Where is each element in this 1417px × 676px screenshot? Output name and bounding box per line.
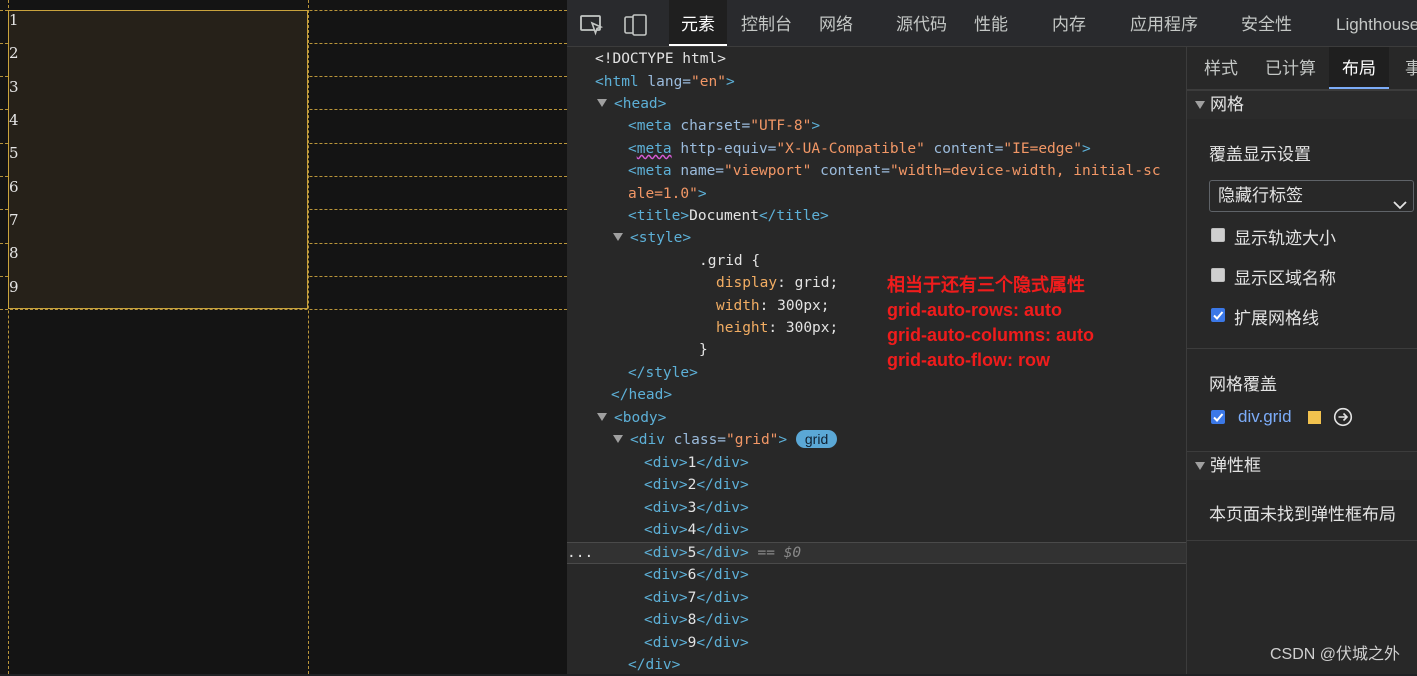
tab-layout[interactable]: 布局 [1329, 47, 1389, 89]
tree-line-head[interactable]: <head> [597, 93, 666, 115]
tree-line-child-div[interactable]: <div>4</div> [644, 519, 749, 541]
tree-line-html[interactable]: <html lang="en"> [595, 71, 735, 93]
tab-styles[interactable]: 样式 [1204, 47, 1238, 89]
tab-sources[interactable]: 源代码 [896, 0, 947, 46]
tree-line-meta-charset[interactable]: <meta charset="UTF-8"> [628, 115, 820, 137]
collapse-triangle-icon[interactable] [597, 413, 607, 421]
grid-badge[interactable]: grid [795, 430, 838, 448]
devtools-panel: 元素 控制台 网络 源代码 性能 内存 应用程序 安全性 Lighthouse … [567, 0, 1417, 674]
tree-line-style[interactable]: <style> [613, 227, 691, 249]
grid-line-h [0, 309, 567, 310]
tab-security[interactable]: 安全性 [1241, 0, 1292, 46]
devtools-toolbar: 元素 控制台 网络 源代码 性能 内存 应用程序 安全性 Lighthouse [567, 0, 1417, 47]
tree-line-body[interactable]: <body> [597, 407, 666, 429]
tab-network[interactable]: 网络 [819, 0, 853, 46]
tree-line-div-close[interactable]: </div> [628, 654, 680, 676]
inspect-element-icon[interactable] [580, 14, 604, 36]
css-rule-width: width: 300px; [716, 298, 830, 314]
grid-cell-4: 4 [9, 111, 19, 129]
no-flexbox-message: 本页面未找到弹性框布局 [1209, 505, 1396, 524]
show-track-sizes-label: 显示轨迹大小 [1234, 229, 1336, 248]
page-viewport: 1 2 3 4 5 6 7 8 9 [0, 0, 567, 674]
row-label-select[interactable]: 隐藏行标签 [1209, 180, 1414, 212]
grid-cell-5: 5 [9, 144, 19, 162]
tab-computed[interactable]: 已计算 [1265, 47, 1316, 89]
grid-cell-6: 6 [9, 178, 19, 196]
device-toolbar-icon[interactable] [624, 14, 647, 36]
grid-cell-9: 9 [9, 278, 19, 296]
css-selector: .grid { [699, 253, 761, 269]
checkmark-icon [1213, 311, 1224, 320]
grid-color-swatch[interactable] [1308, 411, 1321, 424]
grid-line-v [308, 0, 309, 674]
tree-line-meta-viewport[interactable]: <meta name="viewport" content="width=dev… [628, 160, 1161, 182]
collapse-triangle-icon[interactable] [597, 99, 607, 107]
tree-line-doctype[interactable]: <!DOCTYPE html> [595, 48, 726, 70]
checkmark-icon [1213, 413, 1224, 422]
tree-line-child-div[interactable]: <div>8</div> [644, 609, 749, 631]
tree-line-child-div[interactable]: <div>1</div> [644, 452, 749, 474]
gutter-more-icon[interactable]: ... [567, 542, 593, 564]
tree-line-child-div[interactable]: <div>9</div> [644, 632, 749, 654]
tab-application[interactable]: 应用程序 [1130, 0, 1198, 46]
collapse-triangle-icon[interactable] [613, 233, 623, 241]
reveal-element-icon[interactable] [1333, 407, 1353, 432]
chevron-down-icon [1393, 190, 1407, 220]
show-area-names-label: 显示区域名称 [1234, 269, 1336, 288]
grid-cell-2: 2 [9, 44, 19, 62]
tab-performance[interactable]: 性能 [974, 0, 1008, 46]
section-divider [1187, 540, 1417, 541]
tab-event-listeners[interactable]: 事 [1405, 47, 1417, 89]
tree-line-child-div[interactable]: <div>6</div> [644, 564, 749, 586]
tree-line-title[interactable]: <title>Document</title> [628, 205, 829, 227]
checkbox-show-area-names[interactable] [1211, 268, 1225, 282]
tab-elements[interactable]: 元素 [669, 0, 727, 46]
collapse-triangle-icon [1195, 100, 1205, 109]
checkbox-extend-grid-lines[interactable] [1211, 308, 1225, 322]
annotation-line-1: 相当于还有三个隐式属性 [887, 275, 1085, 295]
tree-line-meta-viewport-wrap: ale=1.0"> [628, 186, 707, 202]
section-divider [1187, 348, 1417, 349]
tree-line-child-div[interactable]: <div>3</div> [644, 497, 749, 519]
layout-side-panel: 样式 已计算 布局 事 网格 覆盖显示设置 隐藏行标签 显示轨迹大小 显示区域名… [1186, 47, 1417, 674]
tab-lighthouse[interactable]: Lighthouse [1336, 0, 1417, 46]
css-rule-height: height: 300px; [716, 320, 839, 336]
tree-line-style-close[interactable]: </style> [628, 362, 698, 384]
checkbox-div-grid[interactable] [1211, 410, 1225, 424]
grid-cell-8: 8 [9, 244, 19, 262]
annotation-line-3: grid-auto-columns: auto [887, 325, 1094, 345]
grid-cell-7: 7 [9, 211, 19, 229]
overlay-settings-label: 覆盖显示设置 [1209, 145, 1311, 164]
grid-cell-3: 3 [9, 78, 19, 96]
tab-memory[interactable]: 内存 [1052, 0, 1086, 46]
grid-overlay-label: 网格覆盖 [1209, 375, 1277, 394]
tree-line-meta-http-equiv[interactable]: <meta http-equiv="X-UA-Compatible" conte… [628, 138, 1091, 160]
tree-line-child-div-selected[interactable]: <div>5</div> == $0 [644, 542, 801, 564]
tree-line-child-div[interactable]: <div>2</div> [644, 474, 749, 496]
css-close-brace: } [699, 342, 708, 358]
checkbox-show-track-sizes[interactable] [1211, 228, 1225, 242]
extend-grid-lines-label: 扩展网格线 [1234, 309, 1319, 328]
tree-line-child-div[interactable]: <div>7</div> [644, 587, 749, 609]
collapse-triangle-icon [1195, 461, 1205, 470]
section-flexbox-header[interactable]: 弹性框 [1187, 451, 1417, 480]
annotation-line-4: grid-auto-flow: row [887, 350, 1050, 370]
tree-line-div-grid[interactable]: <div class="grid"> grid [613, 429, 838, 451]
tab-console[interactable]: 控制台 [741, 0, 792, 46]
section-grid-header[interactable]: 网格 [1187, 90, 1417, 119]
side-tabs: 样式 已计算 布局 事 [1187, 47, 1417, 90]
tree-line-head-close[interactable]: </head> [611, 384, 672, 406]
watermark: CSDN @伏城之外 [1269, 646, 1400, 663]
elements-tree: <!DOCTYPE html> <html lang="en"> <head> … [567, 47, 1186, 674]
grid-overlay-box [8, 10, 308, 309]
css-rule-display: display: grid; [716, 275, 839, 291]
annotation-line-2: grid-auto-rows: auto [887, 300, 1062, 320]
grid-cell-1: 1 [9, 11, 19, 29]
div-grid-link[interactable]: div.grid [1238, 407, 1292, 427]
collapse-triangle-icon[interactable] [613, 435, 623, 443]
